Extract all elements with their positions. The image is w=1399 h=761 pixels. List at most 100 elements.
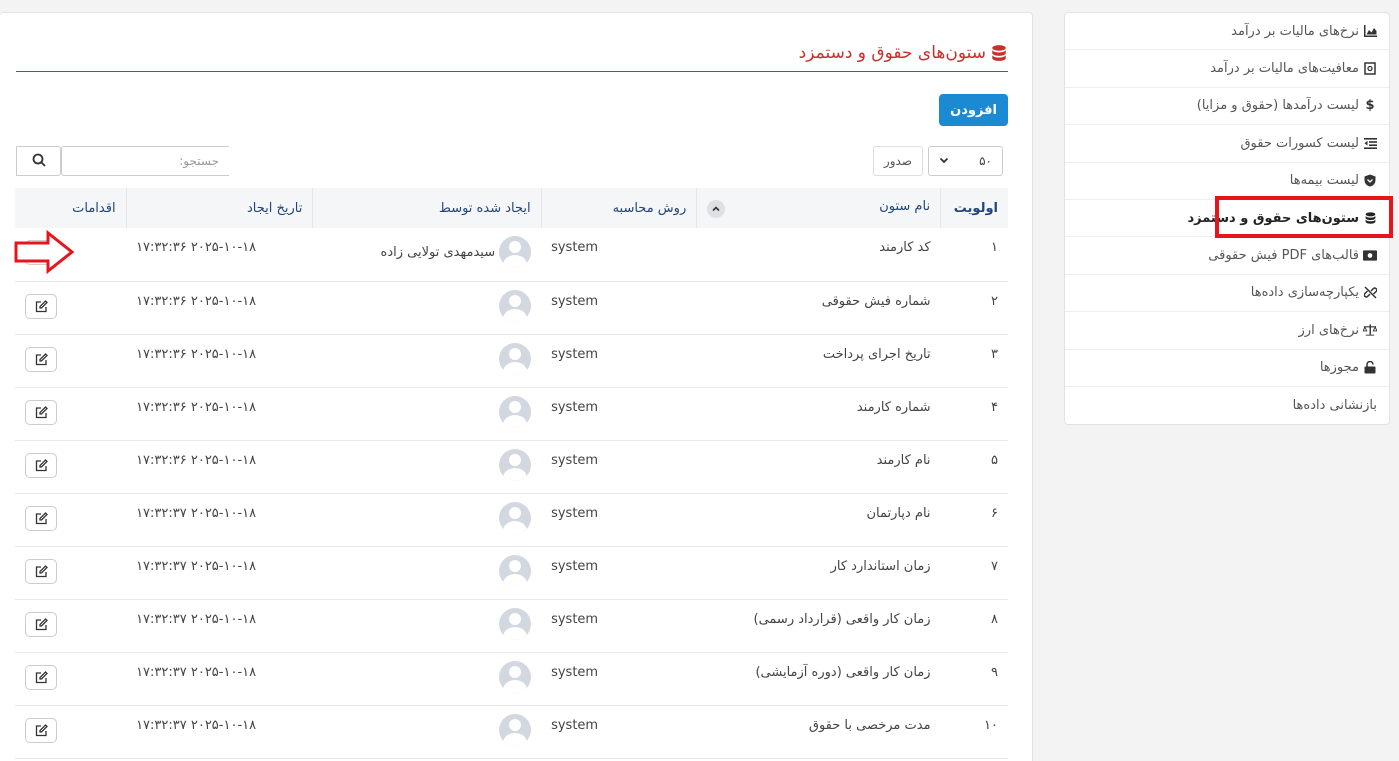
sidebar-item-label: لیست کسورات حقوق: [1240, 135, 1359, 151]
cell-name: زمان استاندارد کار: [696, 546, 941, 600]
cell-priority: ۷: [940, 546, 1008, 600]
edit-button[interactable]: [25, 664, 57, 690]
sidebar-item[interactable]: بازنشانی داده‌ها: [1065, 387, 1389, 424]
cell-actions: [15, 281, 127, 335]
cell-created-by: [312, 387, 542, 441]
sidebar-item[interactable]: یکپارچه‌سازی داده‌ها: [1065, 275, 1389, 313]
sidebar-item-label: یکپارچه‌سازی داده‌ها: [1250, 285, 1359, 301]
add-button[interactable]: افزودن: [939, 94, 1008, 126]
edit-icon: [35, 352, 48, 365]
sidebar-item[interactable]: $ لیست درآمدها (حقوق و مزایا): [1065, 88, 1389, 126]
cell-name: شماره کارمند: [696, 387, 941, 441]
database-icon: [1363, 211, 1377, 225]
sidebar-item[interactable]: قالب‌های PDF فیش حقوقی: [1065, 237, 1389, 275]
col-header-calc[interactable]: روش محاسبه: [541, 188, 698, 228]
cell-actions: [15, 546, 127, 600]
edit-icon: [35, 564, 48, 577]
page-length-select[interactable]: ۵۰: [928, 146, 1003, 176]
cell-name: مدت مرخصی با حقوق: [696, 705, 941, 759]
edit-button[interactable]: [25, 505, 57, 531]
sidebar-item-label: معافیت‌های مالیات بر درآمد: [1210, 61, 1359, 77]
cell-actions: [15, 705, 127, 759]
cell-created-at: ۲۰۲۵-۱۰-۱۸ ۱۷:۳۲:۳۶: [126, 228, 313, 282]
sidebar-item[interactable]: لیست بیمه‌ها: [1065, 163, 1389, 200]
cell-created-by: [312, 334, 542, 388]
col-header-name[interactable]: نام ستون: [696, 188, 942, 228]
avatar: [499, 342, 532, 375]
cell-priority: ۴: [940, 387, 1008, 441]
col-header-created-by[interactable]: ایجاد شده توسط: [312, 188, 542, 228]
edit-button[interactable]: [25, 611, 57, 637]
table-row: ۵ نام کارمند system ۲۰۲۵-۱۰-۱۸ ۱۷:۳۲:۳۶: [15, 440, 1008, 494]
annotation-arrow-icon: [14, 230, 75, 274]
sidebar-item[interactable]: نرخ‌های ارز: [1065, 312, 1389, 350]
search-input[interactable]: [61, 146, 229, 176]
search-button[interactable]: [16, 146, 61, 176]
page-title: ستون‌های حقوق و دستمزد: [798, 43, 986, 63]
avatar: [499, 554, 532, 587]
cell-created-by: سیدمهدی تولایی زاده: [312, 228, 542, 282]
cell-created-by: [312, 493, 542, 547]
unlink-icon: [1363, 286, 1377, 300]
edit-button[interactable]: [25, 717, 57, 743]
cell-priority: ۶: [940, 493, 1008, 547]
cell-priority: ۲: [940, 281, 1008, 335]
avatar: [499, 289, 532, 322]
sidebar-item-label: نرخ‌های ارز: [1298, 322, 1359, 338]
edit-button[interactable]: [25, 399, 57, 425]
cell-calc: system: [541, 493, 697, 547]
cell-calc: system: [541, 652, 697, 706]
sidebar-item[interactable]: مجوزها: [1065, 350, 1389, 387]
dollar-icon: $: [1365, 98, 1375, 114]
col-header-priority[interactable]: اولویت: [940, 188, 1008, 228]
edit-icon: [35, 723, 48, 736]
table-row: ۶ نام دپارتمان system ۲۰۲۵-۱۰-۱۸ ۱۷:۳۲:۳۷: [15, 493, 1008, 547]
table-row: ۱ کد کارمند system سیدمهدی تولایی زاده ۲۰۲۵-…: [15, 228, 1008, 282]
sidebar-item[interactable]: نرخ‌های مالیات بر درآمد: [1065, 13, 1389, 51]
col-header-actions: اقدامات: [15, 188, 127, 228]
edit-icon: [35, 670, 48, 683]
cell-actions: [15, 334, 127, 388]
sidebar-item-label: لیست درآمدها (حقوق و مزایا): [1196, 98, 1359, 114]
cell-priority: ۹: [940, 652, 1008, 706]
page-length-control: ۵۰ صدور: [872, 146, 1003, 176]
cell-created-by: [312, 281, 542, 335]
sidebar-item[interactable]: ستون‌های حقوق و دستمزد: [1065, 195, 1393, 239]
chevron-down-icon: [939, 154, 949, 168]
col-header-created-at[interactable]: تاریخ ایجاد: [126, 188, 314, 228]
outdent-icon: [1363, 136, 1377, 150]
sidebar-item[interactable]: معافیت‌های مالیات بر درآمد: [1065, 50, 1389, 88]
edit-icon: [35, 299, 48, 312]
settings-sidebar: نرخ‌های مالیات بر درآمد معافیت‌های مالیات…: [1064, 12, 1393, 426]
sidebar-item[interactable]: لیست کسورات حقوق: [1065, 125, 1389, 163]
balance-scale-icon: [1363, 323, 1377, 337]
sidebar-item-label: قالب‌های PDF فیش حقوقی: [1208, 248, 1359, 264]
sidebar-item-label: ستون‌های حقوق و دستمزد: [1187, 210, 1359, 226]
table-row: ۴ شماره کارمند system ۲۰۲۵-۱۰-۱۸ ۱۷:۳۲:۳۶: [15, 387, 1008, 441]
edit-button[interactable]: [25, 452, 57, 478]
sort-ascending-icon[interactable]: [707, 199, 726, 218]
edit-button[interactable]: [25, 293, 57, 319]
cell-calc: system: [541, 705, 697, 759]
edit-button[interactable]: [25, 346, 57, 372]
cell-calc: system: [541, 334, 697, 388]
cell-created-at: ۲۰۲۵-۱۰-۱۸ ۱۷:۳۲:۳۶: [126, 440, 313, 494]
avatar: [499, 607, 532, 640]
cell-created-at: ۲۰۲۵-۱۰-۱۸ ۱۷:۳۲:۳۷: [126, 599, 313, 653]
table-row: ۹ زمان کار واقعی (دوره آزمایشی) system ۲۰۲۵…: [15, 652, 1008, 706]
export-button[interactable]: صدور: [872, 146, 923, 176]
cell-created-by: [312, 652, 542, 706]
cell-actions: [15, 387, 127, 441]
edit-button[interactable]: [25, 558, 57, 584]
sidebar-item-label: مجوزها: [1319, 360, 1359, 376]
cell-created-at: ۲۰۲۵-۱۰-۱۸ ۱۷:۳۲:۳۶: [126, 334, 313, 388]
cell-priority: ۳: [940, 334, 1008, 388]
avatar: [499, 236, 532, 268]
table-row: ۷ زمان استاندارد کار system ۲۰۲۵-۱۰-۱۸ ۱۷:۳…: [15, 546, 1008, 600]
cell-calc: system: [541, 387, 697, 441]
cell-calc: system: [541, 228, 697, 282]
cell-name: شماره فیش حقوقی: [696, 281, 941, 335]
cell-actions: [15, 599, 127, 653]
table-row: ۸ زمان کار واقعی (قرارداد رسمی) system ۲۰۲۵…: [15, 599, 1008, 653]
cell-priority: ۵: [940, 440, 1008, 494]
